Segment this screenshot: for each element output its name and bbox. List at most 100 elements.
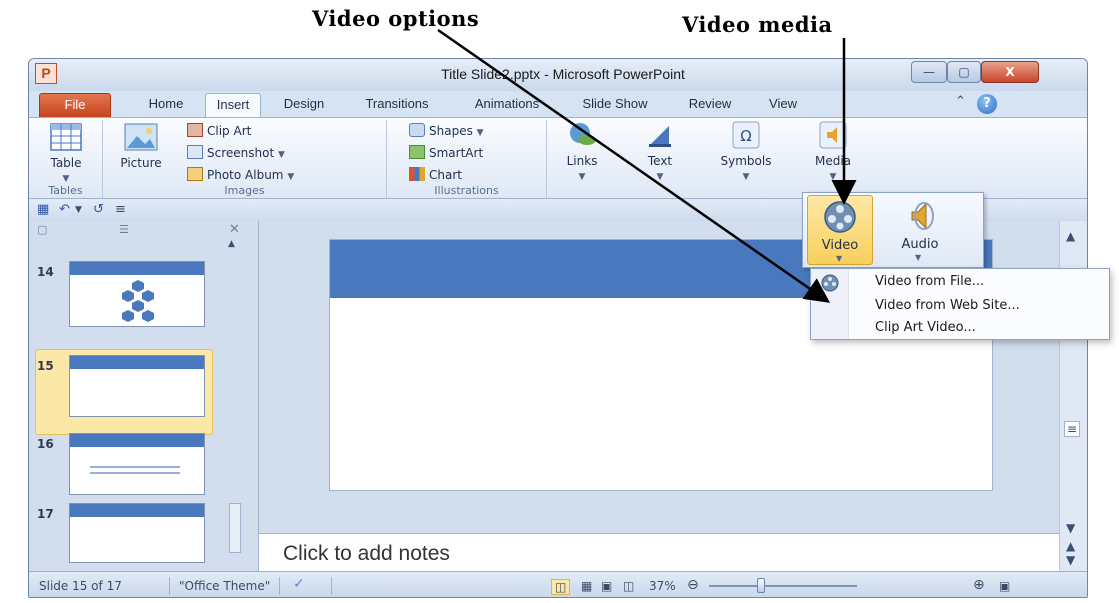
slide-thumbnail-14[interactable] xyxy=(69,261,205,327)
redo-icon[interactable]: ↺ xyxy=(93,202,104,217)
undo-icon[interactable]: ↶ xyxy=(59,202,70,217)
video-button[interactable]: Video ▼ xyxy=(807,195,873,265)
outline-tab-icon[interactable]: ☰ xyxy=(119,223,129,236)
maximize-button[interactable]: ▢ xyxy=(947,61,981,83)
normal-view-icon[interactable]: ◫ xyxy=(551,579,571,595)
notes-placeholder[interactable]: Click to add notes xyxy=(283,542,450,566)
speaker-icon xyxy=(911,202,934,230)
slides-pane-scrollbar[interactable]: ▲ xyxy=(225,223,243,569)
separator xyxy=(169,577,170,595)
annotation-video-media: Video media xyxy=(682,12,833,37)
status-bar: Slide 15 of 17 "Office Theme" ✓ ◫ ▦ ▣ ◫ … xyxy=(29,571,1087,597)
video-from-file-menu-item[interactable]: Video from File... xyxy=(875,274,984,289)
smartart-button[interactable]: SmartArt xyxy=(409,144,483,162)
tab-animations[interactable]: Animations xyxy=(457,93,557,117)
photo-album-button[interactable]: Photo Album ▼ xyxy=(187,166,294,184)
text-button[interactable]: Text ▼ xyxy=(635,120,685,182)
help-icon[interactable]: ? xyxy=(977,94,997,114)
slide-sorter-icon[interactable]: ▦ xyxy=(581,579,592,593)
group-images: Picture Clip Art Screenshot ▼ Photo Albu… xyxy=(103,120,387,198)
hexagon-graphic-icon xyxy=(122,280,154,322)
theme-name: "Office Theme" xyxy=(179,579,271,593)
links-button[interactable]: Links ▼ xyxy=(557,120,607,182)
clip-art-label: Clip Art xyxy=(207,124,252,138)
media-label: Media xyxy=(814,154,852,168)
audio-button[interactable]: Audio ▼ xyxy=(885,195,955,265)
zoom-slider-track[interactable] xyxy=(709,585,857,587)
chevron-down-icon: ▼ xyxy=(829,172,837,182)
slide-number: 16 xyxy=(37,437,54,451)
save-icon[interactable]: ▦ xyxy=(37,202,49,217)
chart-button[interactable]: Chart xyxy=(409,166,462,184)
fit-to-window-icon[interactable]: ▣ xyxy=(999,579,1010,593)
table-button[interactable]: Table ▼ xyxy=(37,122,95,184)
clip-art-video-menu-item[interactable]: Clip Art Video... xyxy=(875,320,976,335)
minimize-button[interactable]: — xyxy=(911,61,947,83)
media-button[interactable]: Media ▼ xyxy=(805,120,861,182)
zoom-out-icon[interactable]: ⊖ xyxy=(687,577,699,593)
tab-slide-show[interactable]: Slide Show xyxy=(567,93,663,117)
thumb-title-band xyxy=(70,504,204,517)
shapes-label: Shapes xyxy=(429,124,473,138)
zoom-in-icon[interactable]: ⊕ xyxy=(973,577,985,593)
minimize-ribbon-icon[interactable]: ⌃ xyxy=(955,94,966,109)
video-film-reel-icon xyxy=(821,274,839,292)
symbols-button[interactable]: Ω Symbols ▼ xyxy=(713,120,779,182)
photo-album-label: Photo Album xyxy=(207,168,284,182)
annotation-video-options: Video options xyxy=(312,6,480,31)
shapes-button[interactable]: Shapes ▼ xyxy=(409,122,484,140)
scroll-down-icon[interactable]: ▼ xyxy=(1066,521,1075,535)
picture-button[interactable]: Picture xyxy=(111,122,171,170)
scroll-up-icon[interactable]: ▲ xyxy=(1066,229,1075,243)
tab-design[interactable]: Design xyxy=(271,93,337,117)
slides-tab-icon[interactable]: ▢ xyxy=(37,223,47,236)
chevron-down-icon: ▼ xyxy=(578,172,586,182)
slide-show-icon[interactable]: ◫ xyxy=(623,579,634,593)
group-label-tables: Tables xyxy=(48,184,83,197)
customize-toolbar-icon[interactable]: ≡ xyxy=(115,202,126,217)
spell-check-icon[interactable]: ✓ xyxy=(293,576,305,592)
video-from-web-site-menu-item[interactable]: Video from Web Site... xyxy=(875,298,1020,313)
close-button[interactable]: X xyxy=(981,61,1039,83)
tab-transitions[interactable]: Transitions xyxy=(347,93,447,117)
chevron-down-icon: ▼ xyxy=(915,253,922,262)
tab-home[interactable]: Home xyxy=(135,93,197,117)
previous-slide-icon[interactable]: ▲ xyxy=(1066,539,1075,553)
chevron-down-icon: ▼ xyxy=(62,174,70,184)
picture-icon xyxy=(124,123,158,151)
tab-file[interactable]: File xyxy=(39,93,111,117)
next-slide-icon[interactable]: ▼ xyxy=(1066,553,1075,567)
tab-review[interactable]: Review xyxy=(675,93,745,117)
group-label-images: Images xyxy=(224,184,265,197)
chevron-down-icon: ▼ xyxy=(287,172,295,182)
thumb-title-band xyxy=(70,262,204,275)
clip-art-icon xyxy=(187,123,203,137)
scrollbar-thumb[interactable]: ≡ xyxy=(1064,421,1081,437)
chevron-down-icon: ▼ xyxy=(656,172,664,182)
slide-count: Slide 15 of 17 xyxy=(39,579,122,593)
chevron-down-icon[interactable]: ▼ xyxy=(75,205,82,215)
zoom-level[interactable]: 37% xyxy=(649,579,676,593)
slide-thumbnail-17[interactable] xyxy=(69,503,205,563)
scrollbar-thumb[interactable] xyxy=(229,503,241,553)
media-dropdown: Video ▼ Audio ▼ xyxy=(802,192,984,268)
clip-art-button[interactable]: Clip Art xyxy=(187,122,251,140)
thumb-title-band xyxy=(70,434,204,447)
group-tables: Table ▼ Tables xyxy=(29,120,103,198)
reading-view-icon[interactable]: ▣ xyxy=(601,579,612,593)
screenshot-icon xyxy=(187,145,203,159)
smartart-label: SmartArt xyxy=(429,146,484,160)
slide-thumbnail-16[interactable] xyxy=(69,433,205,495)
screenshot-button[interactable]: Screenshot ▼ xyxy=(187,144,285,162)
table-icon xyxy=(50,123,82,151)
scroll-up-icon[interactable]: ▲ xyxy=(228,239,235,249)
chart-label: Chart xyxy=(429,168,462,182)
slide-thumbnail-15[interactable] xyxy=(69,355,205,417)
table-label: Table xyxy=(50,156,82,170)
zoom-slider-knob[interactable] xyxy=(757,578,765,593)
tab-insert[interactable]: Insert xyxy=(205,93,261,117)
tab-view[interactable]: View xyxy=(755,93,811,117)
title-bar: P Title Slide2.pptx - Microsoft PowerPoi… xyxy=(29,59,1087,91)
video-label: Video xyxy=(821,238,859,253)
notes-pane[interactable]: Click to add notes xyxy=(259,533,1059,571)
